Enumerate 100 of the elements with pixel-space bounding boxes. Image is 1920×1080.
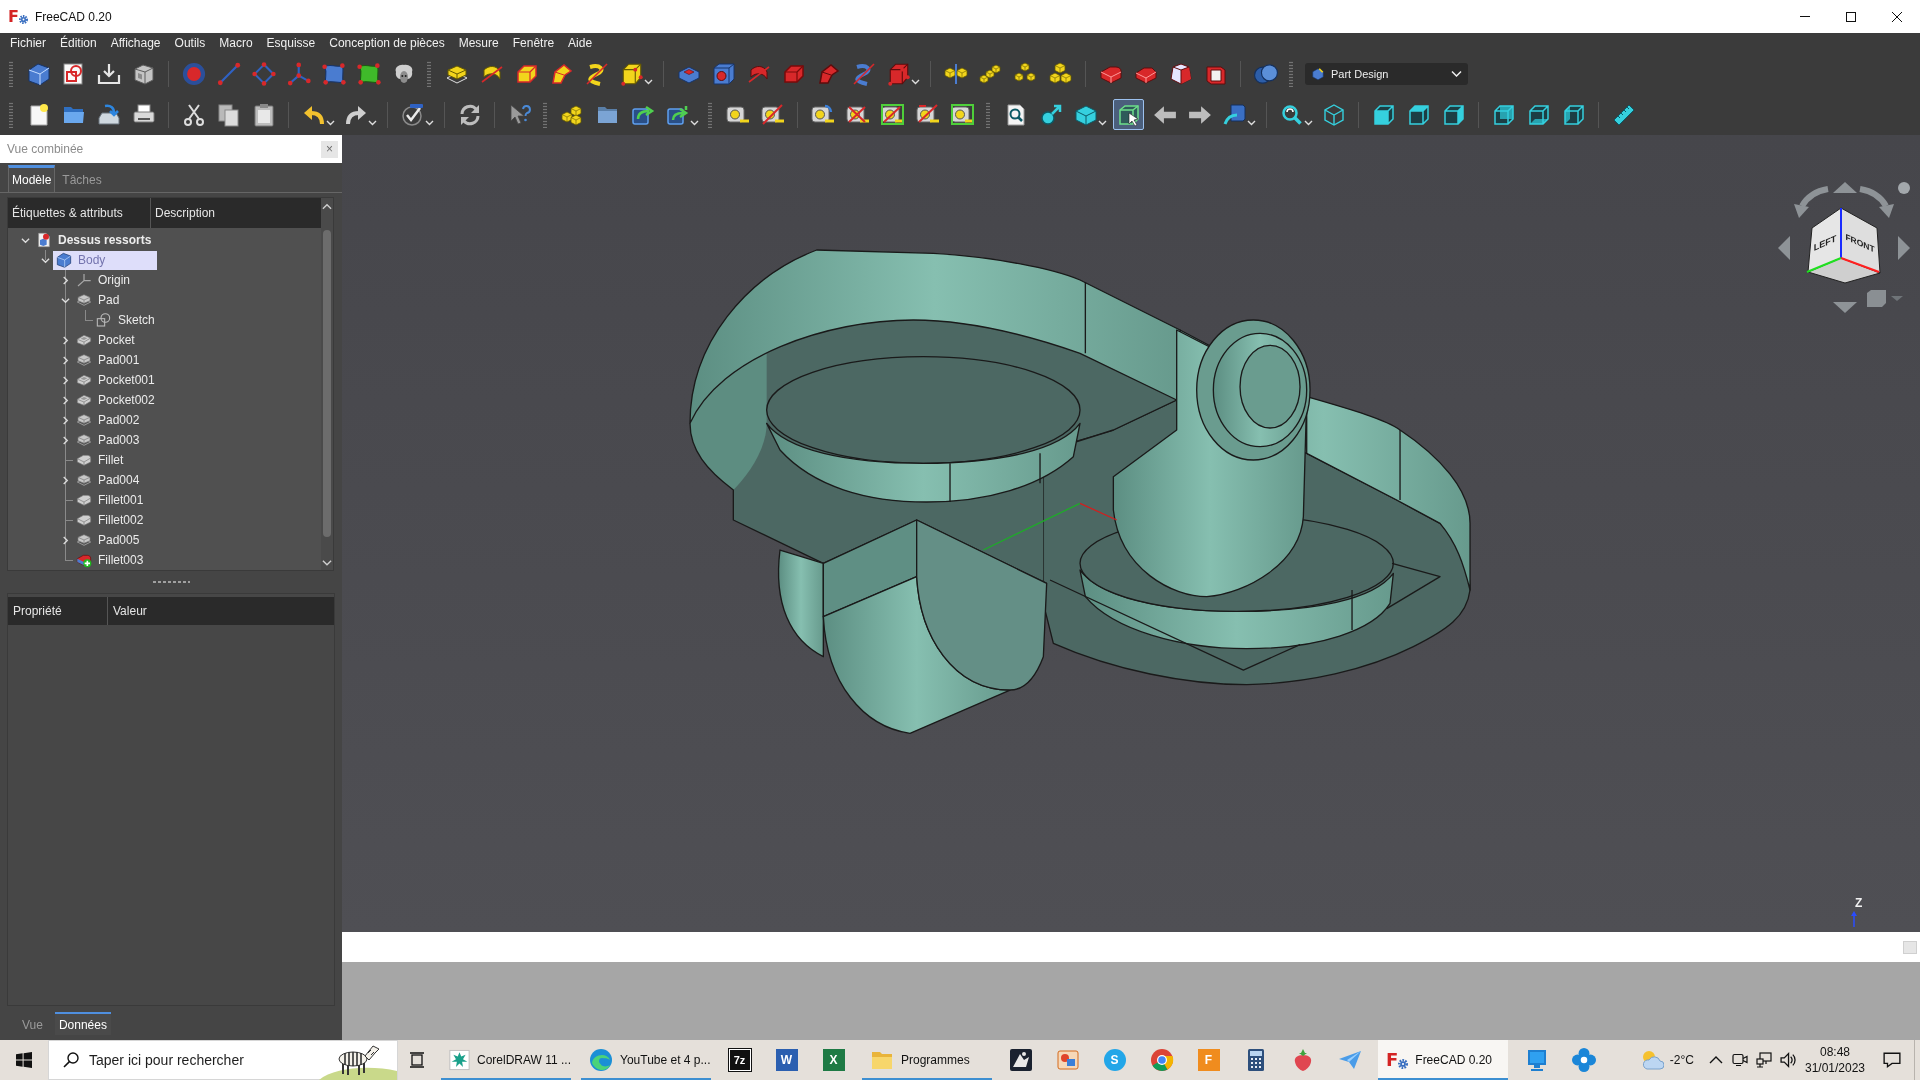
chevron-right-icon[interactable]: [61, 535, 70, 545]
clipboard-icon[interactable]: [251, 102, 276, 127]
close-icon[interactable]: [1892, 11, 1902, 22]
scrollbar[interactable]: [321, 198, 333, 570]
multi-transform-icon[interactable]: [1048, 61, 1073, 86]
drive-icon[interactable]: [96, 102, 121, 127]
start-icon[interactable]: [16, 1052, 32, 1068]
workbench-selector[interactable]: Part Design: [1305, 62, 1468, 85]
spheres-icon[interactable]: [1253, 61, 1278, 86]
speaker-icon[interactable]: [1780, 1052, 1796, 1068]
tree-item[interactable]: Pad005: [73, 530, 144, 550]
tree-item[interactable]: Fillet003: [73, 550, 148, 570]
search-field[interactable]: Taper ici pour rechercher: [89, 1049, 319, 1071]
toolbar-handle[interactable]: [9, 60, 13, 87]
tree-item[interactable]: Sketch: [93, 310, 159, 330]
chevron-up-icon[interactable]: [1709, 1056, 1723, 1064]
chevron-down-icon[interactable]: [21, 235, 30, 245]
toolbar-handle[interactable]: [986, 101, 990, 128]
tree-item[interactable]: Pad004: [73, 470, 144, 490]
task-view-icon[interactable]: [409, 1052, 425, 1068]
menu-item[interactable]: Outils: [167, 33, 213, 53]
network-icon[interactable]: [1756, 1052, 1772, 1068]
caret-icon[interactable]: [644, 79, 653, 85]
left-arrow-icon[interactable]: [1778, 236, 1790, 260]
tree-item[interactable]: Pad002: [73, 410, 144, 430]
check-circle-icon[interactable]: [400, 102, 425, 127]
blob-icon[interactable]: [321, 61, 346, 86]
caret-icon[interactable]: [368, 120, 377, 126]
mirror-icon[interactable]: [943, 61, 968, 86]
column-header[interactable]: Propriété: [8, 597, 108, 625]
up-arrow-icon[interactable]: [1833, 182, 1857, 193]
chevron-down-icon[interactable]: [41, 255, 50, 265]
box-arrow-icon[interactable]: [1222, 102, 1247, 127]
caret-icon[interactable]: [1304, 120, 1313, 126]
tray-arrow-icon[interactable]: [96, 61, 121, 86]
chevron-right-icon[interactable]: [61, 475, 70, 485]
caret-icon[interactable]: [1098, 120, 1107, 126]
menu-item[interactable]: Édition: [53, 33, 104, 53]
chevron-right-icon[interactable]: [61, 355, 70, 365]
menu-item[interactable]: Macro: [212, 33, 260, 53]
tape-measure-icon[interactable]: [880, 102, 905, 127]
ruler-icon[interactable]: [1611, 102, 1636, 127]
taskbar-button[interactable]: 7z: [716, 1040, 763, 1080]
chevron-right-icon[interactable]: [61, 275, 70, 285]
menu-item[interactable]: Aide: [561, 33, 600, 53]
toolbar-handle[interactable]: [9, 101, 13, 128]
clock-time[interactable]: 08:48: [1820, 1045, 1850, 1059]
toolbar-handle[interactable]: [427, 60, 431, 87]
toolbar-handle[interactable]: [1289, 60, 1293, 87]
box-select-button[interactable]: [1113, 99, 1144, 130]
tab[interactable]: Données: [54, 1012, 111, 1035]
tape-measure-icon[interactable]: [950, 102, 975, 127]
camera-icon[interactable]: [1732, 1052, 1748, 1068]
cube-face-icon[interactable]: [1491, 102, 1516, 127]
chevron-right-icon[interactable]: [61, 435, 70, 445]
cube-face-icon[interactable]: [1526, 102, 1551, 127]
menu-item[interactable]: Mesure: [451, 33, 506, 53]
menu-item[interactable]: Fichier: [3, 33, 53, 53]
tree-item[interactable]: Pad: [73, 290, 124, 310]
caret-icon[interactable]: [911, 79, 920, 85]
tree-item[interactable]: Pocket001: [73, 370, 159, 390]
tree-item[interactable]: Pad001: [73, 350, 144, 370]
taskbar-button[interactable]: Programmes: [862, 1040, 992, 1080]
right-arrow-icon[interactable]: [1898, 236, 1910, 260]
cube-icon[interactable]: [619, 61, 644, 86]
tree-item[interactable]: Pocket: [73, 330, 139, 350]
scissors-icon[interactable]: [181, 102, 206, 127]
draft-icon[interactable]: [1168, 61, 1193, 86]
tree-item[interactable]: Fillet: [73, 450, 128, 470]
tree-item[interactable]: Fillet002: [73, 510, 148, 530]
magnifier-arrow-icon[interactable]: [1038, 102, 1063, 127]
down-arrow-icon[interactable]: [1833, 302, 1857, 313]
caret-icon[interactable]: [690, 120, 699, 126]
column-header[interactable]: Description: [151, 198, 216, 228]
toolbar-handle[interactable]: [708, 101, 712, 128]
taskbar-button[interactable]: W: [763, 1040, 810, 1080]
magnifier-icon[interactable]: [1279, 102, 1304, 127]
small-cube-icon[interactable]: [1867, 290, 1886, 307]
body-block-icon[interactable]: [26, 61, 51, 86]
cube-face-icon[interactable]: [1371, 102, 1396, 127]
tree-item[interactable]: Fillet001: [73, 490, 148, 510]
sketch-icon[interactable]: [61, 61, 86, 86]
tree-item[interactable]: Pad003: [73, 430, 144, 450]
splitter-handle[interactable]: [152, 581, 190, 583]
dot-icon[interactable]: [1898, 182, 1910, 194]
box-icon[interactable]: [131, 61, 156, 86]
taskbar-button[interactable]: X: [810, 1040, 857, 1080]
caret-icon[interactable]: [425, 120, 434, 126]
taskbar-button[interactable]: CorelDRAW 11 ...: [441, 1040, 571, 1080]
chevron-down-icon[interactable]: [61, 295, 70, 305]
blob-icon[interactable]: [356, 61, 381, 86]
hole-icon[interactable]: [711, 61, 736, 86]
menu-item[interactable]: Fenêtre: [505, 33, 562, 53]
chevron-right-icon[interactable]: [61, 335, 70, 345]
notification-icon[interactable]: [1883, 1051, 1901, 1069]
tree-item[interactable]: Pocket002: [73, 390, 159, 410]
weather-temperature[interactable]: -2°C: [1669, 1053, 1694, 1067]
wire-cube-icon[interactable]: [1321, 102, 1346, 127]
scrollbar-thumb[interactable]: [323, 230, 331, 537]
clock-date[interactable]: 31/01/2023: [1804, 1061, 1866, 1075]
